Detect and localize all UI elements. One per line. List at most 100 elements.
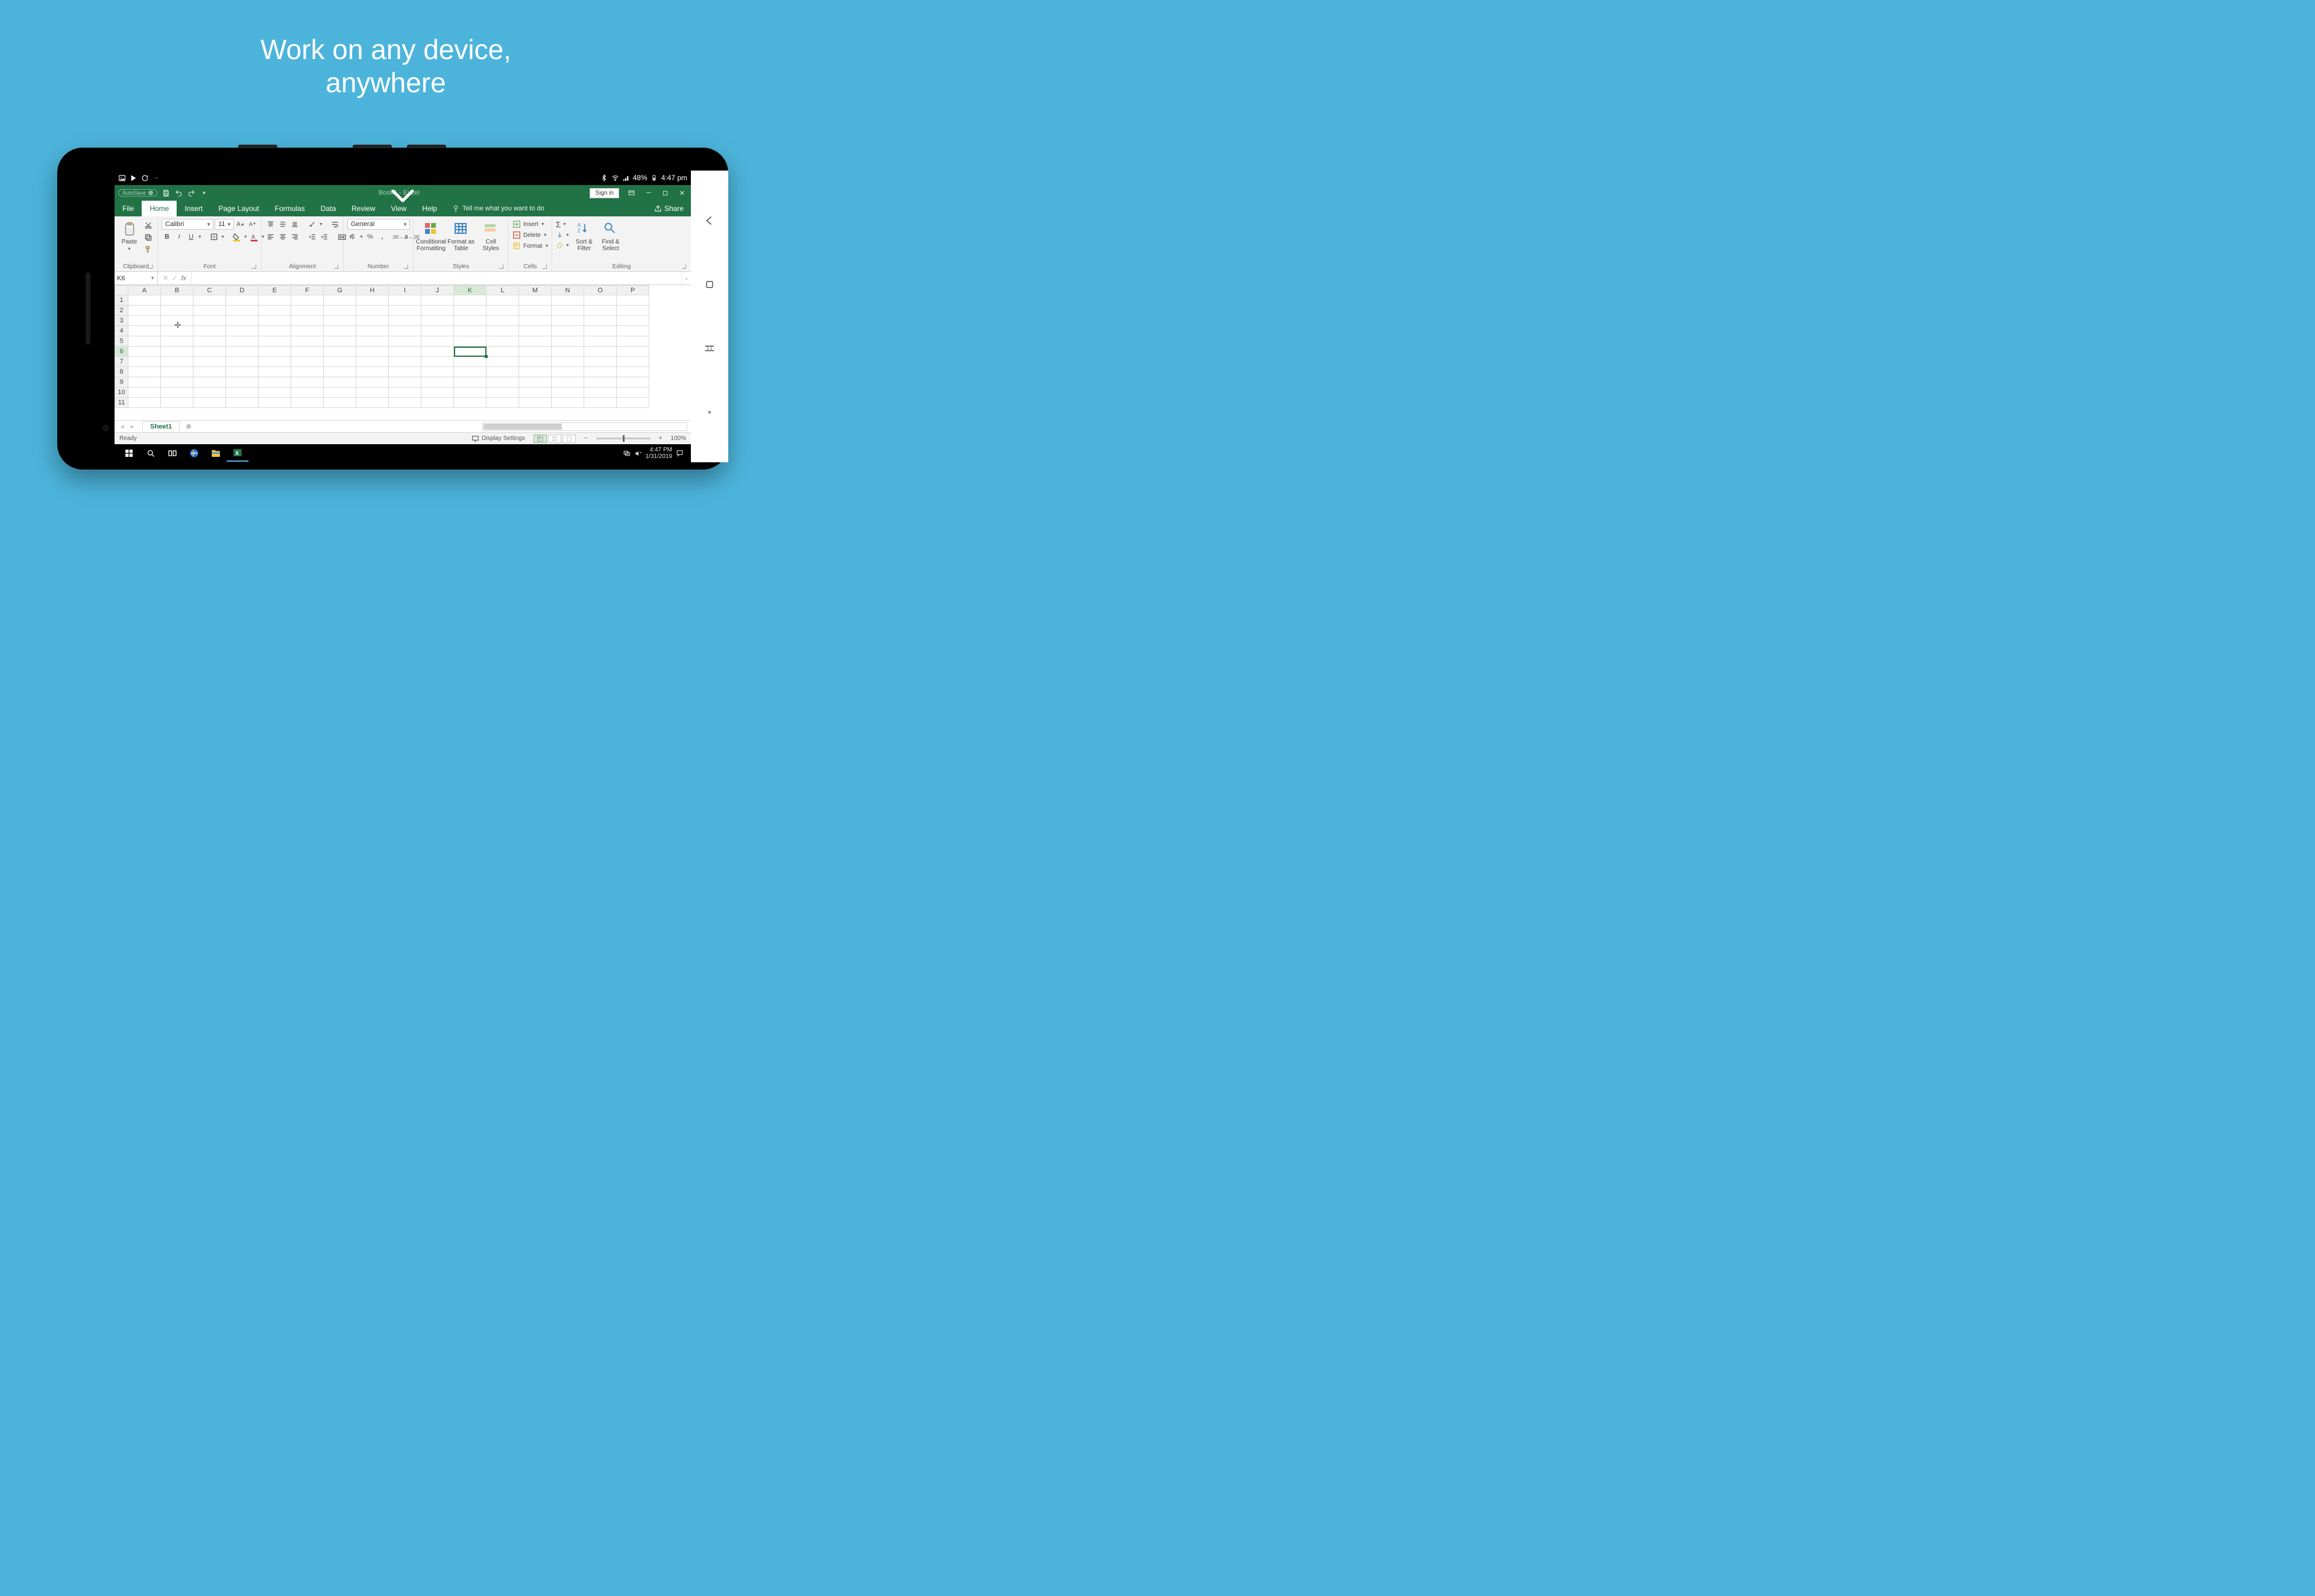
cell[interactable] (128, 316, 161, 326)
tab-view[interactable]: View (383, 201, 415, 216)
cell[interactable] (389, 388, 421, 398)
conditional-formatting-button[interactable]: Conditional Formatting (417, 219, 445, 252)
cells-format-button[interactable]: Format ▼ (512, 242, 549, 250)
column-header[interactable]: M (519, 286, 552, 295)
column-header[interactable]: B (161, 286, 194, 295)
percent-icon[interactable]: % (365, 231, 376, 242)
cell[interactable] (161, 357, 194, 367)
cell[interactable] (291, 316, 324, 326)
cell[interactable] (389, 367, 421, 377)
font-color-icon[interactable]: A (249, 231, 260, 242)
spreadsheet-grid[interactable]: ABCDEFGHIJKLMNOP1234567891011 ✛ (115, 285, 691, 420)
cell[interactable] (552, 306, 584, 316)
cell[interactable] (584, 398, 617, 408)
sheet-tab-active[interactable]: Sheet1 (142, 421, 180, 432)
cell[interactable] (226, 347, 259, 357)
cell[interactable] (291, 367, 324, 377)
cell[interactable] (454, 357, 487, 367)
cell[interactable] (128, 388, 161, 398)
column-header[interactable]: L (487, 286, 519, 295)
cell[interactable] (161, 398, 194, 408)
cell[interactable] (617, 398, 649, 408)
cell[interactable] (356, 347, 389, 357)
cell[interactable] (519, 357, 552, 367)
shrink-font-icon[interactable]: A▼ (247, 219, 258, 230)
cell[interactable] (324, 326, 356, 336)
start-button[interactable] (118, 445, 140, 462)
cell[interactable] (519, 336, 552, 347)
cell[interactable] (487, 336, 519, 347)
align-center-icon[interactable] (277, 231, 288, 242)
cell[interactable] (259, 377, 291, 388)
find-select-button[interactable]: Find & Select (599, 219, 623, 252)
cell[interactable] (487, 295, 519, 306)
cell[interactable] (161, 326, 194, 336)
tab-data[interactable]: Data (313, 201, 344, 216)
cell[interactable] (259, 388, 291, 398)
cell-styles-button[interactable]: Cell Styles (477, 219, 505, 252)
cell[interactable] (584, 357, 617, 367)
cell[interactable] (617, 347, 649, 357)
column-header[interactable]: A (128, 286, 161, 295)
align-top-icon[interactable] (265, 219, 276, 230)
cell[interactable] (226, 336, 259, 347)
cell[interactable] (617, 357, 649, 367)
cell[interactable] (356, 398, 389, 408)
cell[interactable] (421, 336, 454, 347)
cell[interactable] (356, 306, 389, 316)
row-header[interactable]: 4 (115, 326, 128, 336)
zoom-out-icon[interactable]: − (584, 435, 588, 442)
cell[interactable] (226, 398, 259, 408)
column-header[interactable]: P (617, 286, 649, 295)
row-header[interactable]: 6 (115, 347, 128, 357)
cell[interactable] (259, 347, 291, 357)
cell[interactable] (128, 357, 161, 367)
cell[interactable] (291, 388, 324, 398)
align-bottom-icon[interactable] (289, 219, 300, 230)
cell[interactable] (552, 357, 584, 367)
cell[interactable] (389, 336, 421, 347)
cell[interactable] (194, 336, 226, 347)
cell[interactable] (259, 398, 291, 408)
fill-button[interactable]: ▼ (556, 231, 570, 239)
cell[interactable] (584, 295, 617, 306)
cell[interactable] (519, 326, 552, 336)
cell[interactable] (584, 388, 617, 398)
cell[interactable] (291, 336, 324, 347)
display-settings-button[interactable]: Display Settings (471, 435, 525, 442)
cell[interactable] (194, 295, 226, 306)
cell[interactable] (552, 336, 584, 347)
cell[interactable] (356, 316, 389, 326)
sort-filter-button[interactable]: AZ Sort & Filter (572, 219, 596, 252)
android-back-icon[interactable] (703, 214, 716, 227)
cell[interactable] (389, 326, 421, 336)
cell[interactable] (552, 388, 584, 398)
redo-icon[interactable] (187, 189, 195, 197)
cell[interactable] (454, 347, 487, 357)
task-view-icon[interactable] (162, 445, 183, 462)
cell[interactable] (519, 347, 552, 357)
column-header[interactable]: C (194, 286, 226, 295)
orientation-icon[interactable] (307, 219, 318, 230)
cell[interactable] (421, 367, 454, 377)
number-format-combo[interactable]: General▼ (347, 219, 410, 230)
cell[interactable] (291, 398, 324, 408)
view-page-layout-icon[interactable] (548, 435, 561, 443)
share-button[interactable]: Share (647, 201, 691, 216)
cell[interactable] (617, 326, 649, 336)
tray-clock[interactable]: 4:47 PM 1/31/2019 (646, 447, 673, 460)
cell[interactable] (291, 295, 324, 306)
autosum-button[interactable]: Σ ▼ (556, 220, 570, 229)
cell[interactable] (128, 306, 161, 316)
cell[interactable] (552, 316, 584, 326)
decrease-indent-icon[interactable] (307, 231, 318, 242)
autosave-toggle[interactable]: AutoSave (118, 189, 157, 196)
row-header[interactable]: 3 (115, 316, 128, 326)
cell[interactable] (421, 357, 454, 367)
cell[interactable] (421, 347, 454, 357)
qat-customize-icon[interactable]: ▾ (200, 189, 208, 197)
cell[interactable] (161, 306, 194, 316)
cell[interactable] (487, 398, 519, 408)
column-header[interactable]: G (324, 286, 356, 295)
grow-font-icon[interactable]: A▲ (235, 219, 246, 230)
